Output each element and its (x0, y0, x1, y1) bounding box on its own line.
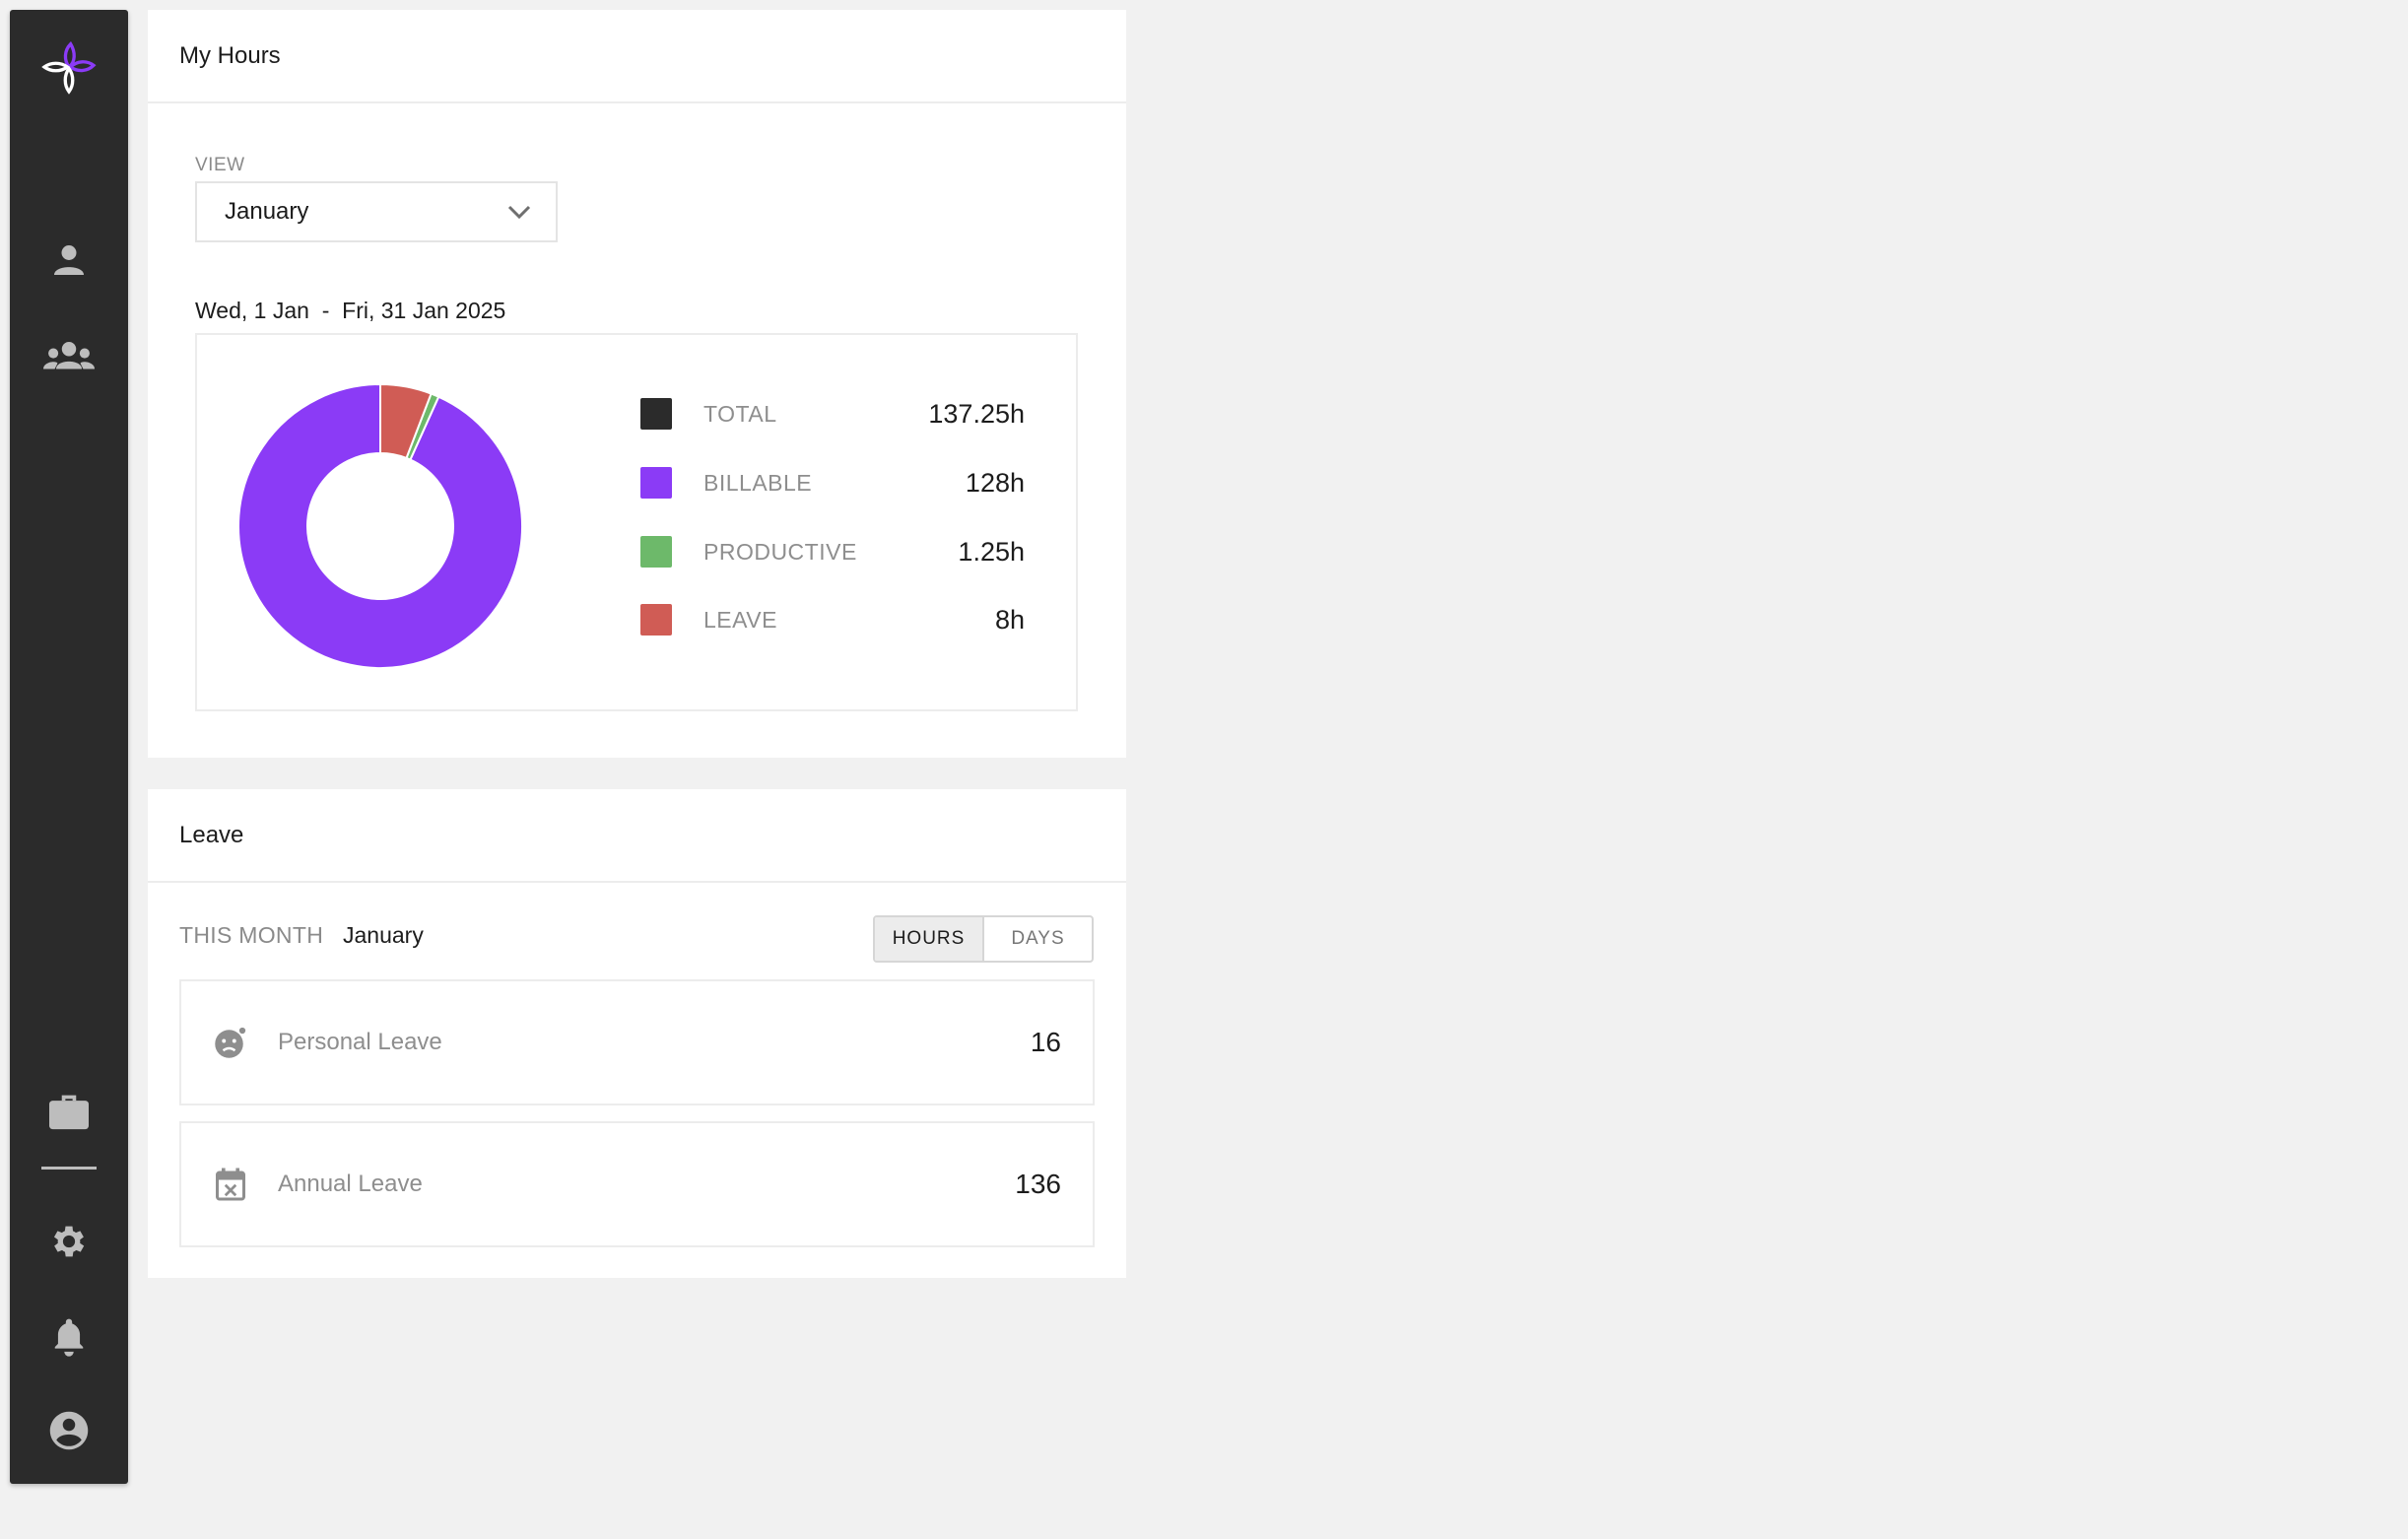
leave-item-value: 136 (1015, 1169, 1061, 1199)
group-icon (43, 342, 95, 369)
legend-value: 128h (965, 467, 1025, 498)
legend-value: 137.25h (928, 398, 1025, 429)
legend-swatch (640, 536, 672, 568)
date-range: Wed, 1 Jan - Fri, 31 Jan 2025 (195, 298, 506, 323)
sidebar (10, 10, 128, 1484)
legend-value: 8h (994, 604, 1025, 635)
legend-row-productive: PRODUCTIVE 1.25h (640, 532, 1025, 571)
units-toggle: HOURS DAYS (873, 915, 1094, 963)
leave-item-personal: Personal Leave 16 (179, 979, 1095, 1105)
legend-swatch (640, 398, 672, 430)
sidebar-item-team[interactable] (39, 325, 99, 384)
my-hours-title: My Hours (148, 10, 1126, 103)
sick-face-icon (213, 1025, 248, 1060)
sidebar-item-notifications[interactable] (39, 1306, 99, 1366)
briefcase-icon (49, 1095, 89, 1130)
bell-icon (54, 1318, 84, 1357)
sidebar-item-me[interactable] (39, 231, 99, 290)
days-toggle-button[interactable]: DAYS (984, 917, 1092, 961)
legend-row-total: TOTAL 137.25h (640, 394, 1025, 434)
hours-chart-panel: TOTAL 137.25h BILLABLE 128h PRODUCTIVE 1.25h L… (195, 333, 1078, 711)
person-icon (54, 245, 84, 275)
view-label: VIEW (195, 155, 245, 175)
sidebar-item-account[interactable] (39, 1401, 99, 1460)
leave-item-annual: Annual Leave 136 (179, 1121, 1095, 1247)
leave-item-name: Personal Leave (278, 1029, 442, 1055)
logo-icon (41, 40, 97, 95)
legend-label: PRODUCTIVE (703, 538, 857, 565)
hours-donut-chart (237, 382, 523, 669)
view-select-value: January (225, 198, 309, 225)
chevron-down-icon (507, 205, 531, 220)
leave-title: Leave (148, 789, 1126, 883)
legend-label: TOTAL (703, 400, 777, 427)
leave-card: Leave THIS MONTH January HOURS DAYS Pers… (148, 789, 1126, 1278)
leave-item-name: Annual Leave (278, 1171, 423, 1197)
legend-swatch (640, 604, 672, 636)
period-label: THIS MONTH (179, 922, 324, 948)
view-select[interactable]: January (195, 181, 558, 242)
sidebar-divider (41, 1167, 97, 1170)
app-logo[interactable] (39, 37, 99, 97)
legend-value: 1.25h (958, 536, 1025, 567)
legend-label: BILLABLE (703, 469, 813, 496)
account-circle-icon (49, 1411, 89, 1450)
my-hours-card: My Hours VIEW January Wed, 1 Jan - Fri, … (148, 10, 1126, 758)
legend-swatch (640, 467, 672, 499)
sidebar-item-projects[interactable] (39, 1082, 99, 1141)
leave-item-value: 16 (1030, 1027, 1061, 1057)
legend-label: LEAVE (703, 606, 777, 633)
calendar-x-icon (213, 1167, 248, 1202)
legend-row-leave: LEAVE 8h (640, 600, 1025, 639)
hours-toggle-button[interactable]: HOURS (875, 917, 984, 961)
period-value: January (343, 922, 424, 948)
gear-icon (53, 1226, 85, 1257)
sidebar-item-settings[interactable] (39, 1212, 99, 1271)
legend-row-billable: BILLABLE 128h (640, 463, 1025, 502)
